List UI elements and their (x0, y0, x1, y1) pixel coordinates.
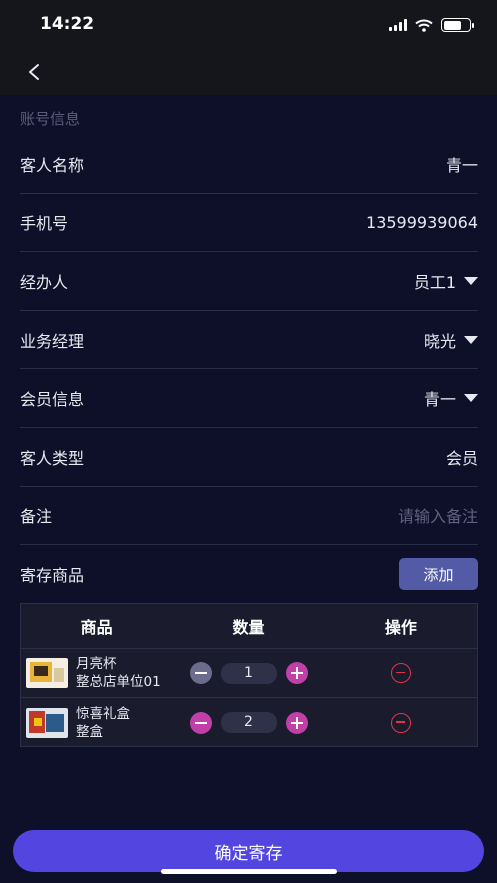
guest-name-value: 青一 (445, 155, 478, 175)
header-goods: 商品 (80, 618, 113, 637)
add-goods-button[interactable]: 添加 (399, 558, 478, 591)
product-unit: 整总店单位01 (76, 674, 161, 690)
confirm-deposit-button[interactable]: 确定寄存 (13, 830, 484, 872)
chevron-left-icon (29, 64, 39, 80)
quantity-stepper: 2 (172, 711, 324, 734)
status-icons (389, 18, 474, 32)
product-cell: 月亮杯 整总店单位01 (21, 655, 172, 691)
product-cell: 惊喜礼盒 整盒 (21, 705, 172, 741)
wifi-icon (415, 19, 433, 32)
table-row: 惊喜礼盒 整盒 2 (21, 698, 477, 747)
form-row-member[interactable]: 会员信息 青一 (20, 369, 478, 428)
remark-input[interactable]: 请输入备注 (398, 503, 478, 527)
table-row: 月亮杯 整总店单位01 1 (21, 649, 477, 698)
guest-type-label: 客人类型 (20, 448, 85, 468)
product-thumbnail (26, 707, 68, 738)
form-row-guest-type: 客人类型 会员 (20, 428, 478, 487)
action-cell (325, 663, 477, 683)
member-select[interactable]: 青一 (424, 386, 478, 410)
section-title: 账号信息 (20, 110, 81, 128)
quantity-input[interactable]: 1 (220, 662, 277, 684)
goods-table: 商品 数量 操作 月亮杯 整总店单位01 1 惊喜礼盒 整盒 2 (20, 603, 478, 747)
form-row-phone: 手机号 13599939064 (20, 194, 478, 253)
product-thumbnail (26, 658, 68, 688)
quantity-stepper: 1 (172, 662, 324, 684)
decrease-button[interactable] (189, 662, 212, 684)
phone-value: 13599939064 (366, 212, 478, 232)
action-cell (325, 712, 477, 733)
remark-label: 备注 (20, 507, 53, 527)
form-row-handler[interactable]: 经办人 员工1 (20, 252, 478, 311)
product-name: 月亮杯 (76, 656, 117, 672)
caret-down-icon (464, 276, 478, 285)
quantity-input[interactable]: 2 (220, 712, 277, 733)
manager-select[interactable]: 晓光 (424, 328, 478, 352)
nav-bar (0, 50, 497, 95)
increase-button[interactable] (285, 662, 308, 684)
handler-label: 经办人 (20, 272, 69, 292)
goods-label: 寄存商品 (20, 566, 85, 586)
home-indicator (161, 869, 337, 874)
signal-icon (389, 19, 407, 31)
manager-label: 业务经理 (20, 331, 85, 351)
back-button[interactable] (20, 58, 50, 88)
caret-down-icon (464, 394, 478, 403)
product-unit: 整盒 (76, 723, 103, 740)
product-name: 惊喜礼盒 (76, 705, 130, 722)
form-row-manager[interactable]: 业务经理 晓光 (20, 311, 478, 370)
caret-down-icon (464, 335, 478, 344)
form-row-goods: 寄存商品 添加 (20, 545, 478, 604)
remove-icon[interactable] (390, 712, 411, 733)
guest-type-value: 会员 (445, 448, 478, 468)
remove-icon[interactable] (390, 663, 411, 683)
battery-icon (441, 18, 474, 32)
header-quantity: 数量 (232, 618, 265, 637)
status-bar: 14:22 (0, 0, 497, 50)
member-label: 会员信息 (20, 390, 85, 410)
form-row-guest-name: 客人名称 青一 (20, 135, 478, 194)
increase-button[interactable] (285, 711, 308, 734)
account-form: 客人名称 青一 手机号 13599939064 经办人 员工1 业务经理 晓光 … (20, 135, 478, 604)
header-action: 操作 (384, 618, 417, 637)
table-header: 商品 数量 操作 (21, 604, 477, 649)
status-time: 14:22 (40, 14, 95, 34)
phone-label: 手机号 (20, 214, 69, 234)
guest-name-label: 客人名称 (20, 155, 85, 175)
decrease-button[interactable] (189, 711, 212, 734)
form-row-remark[interactable]: 备注 请输入备注 (20, 487, 478, 546)
handler-select[interactable]: 员工1 (414, 269, 478, 293)
